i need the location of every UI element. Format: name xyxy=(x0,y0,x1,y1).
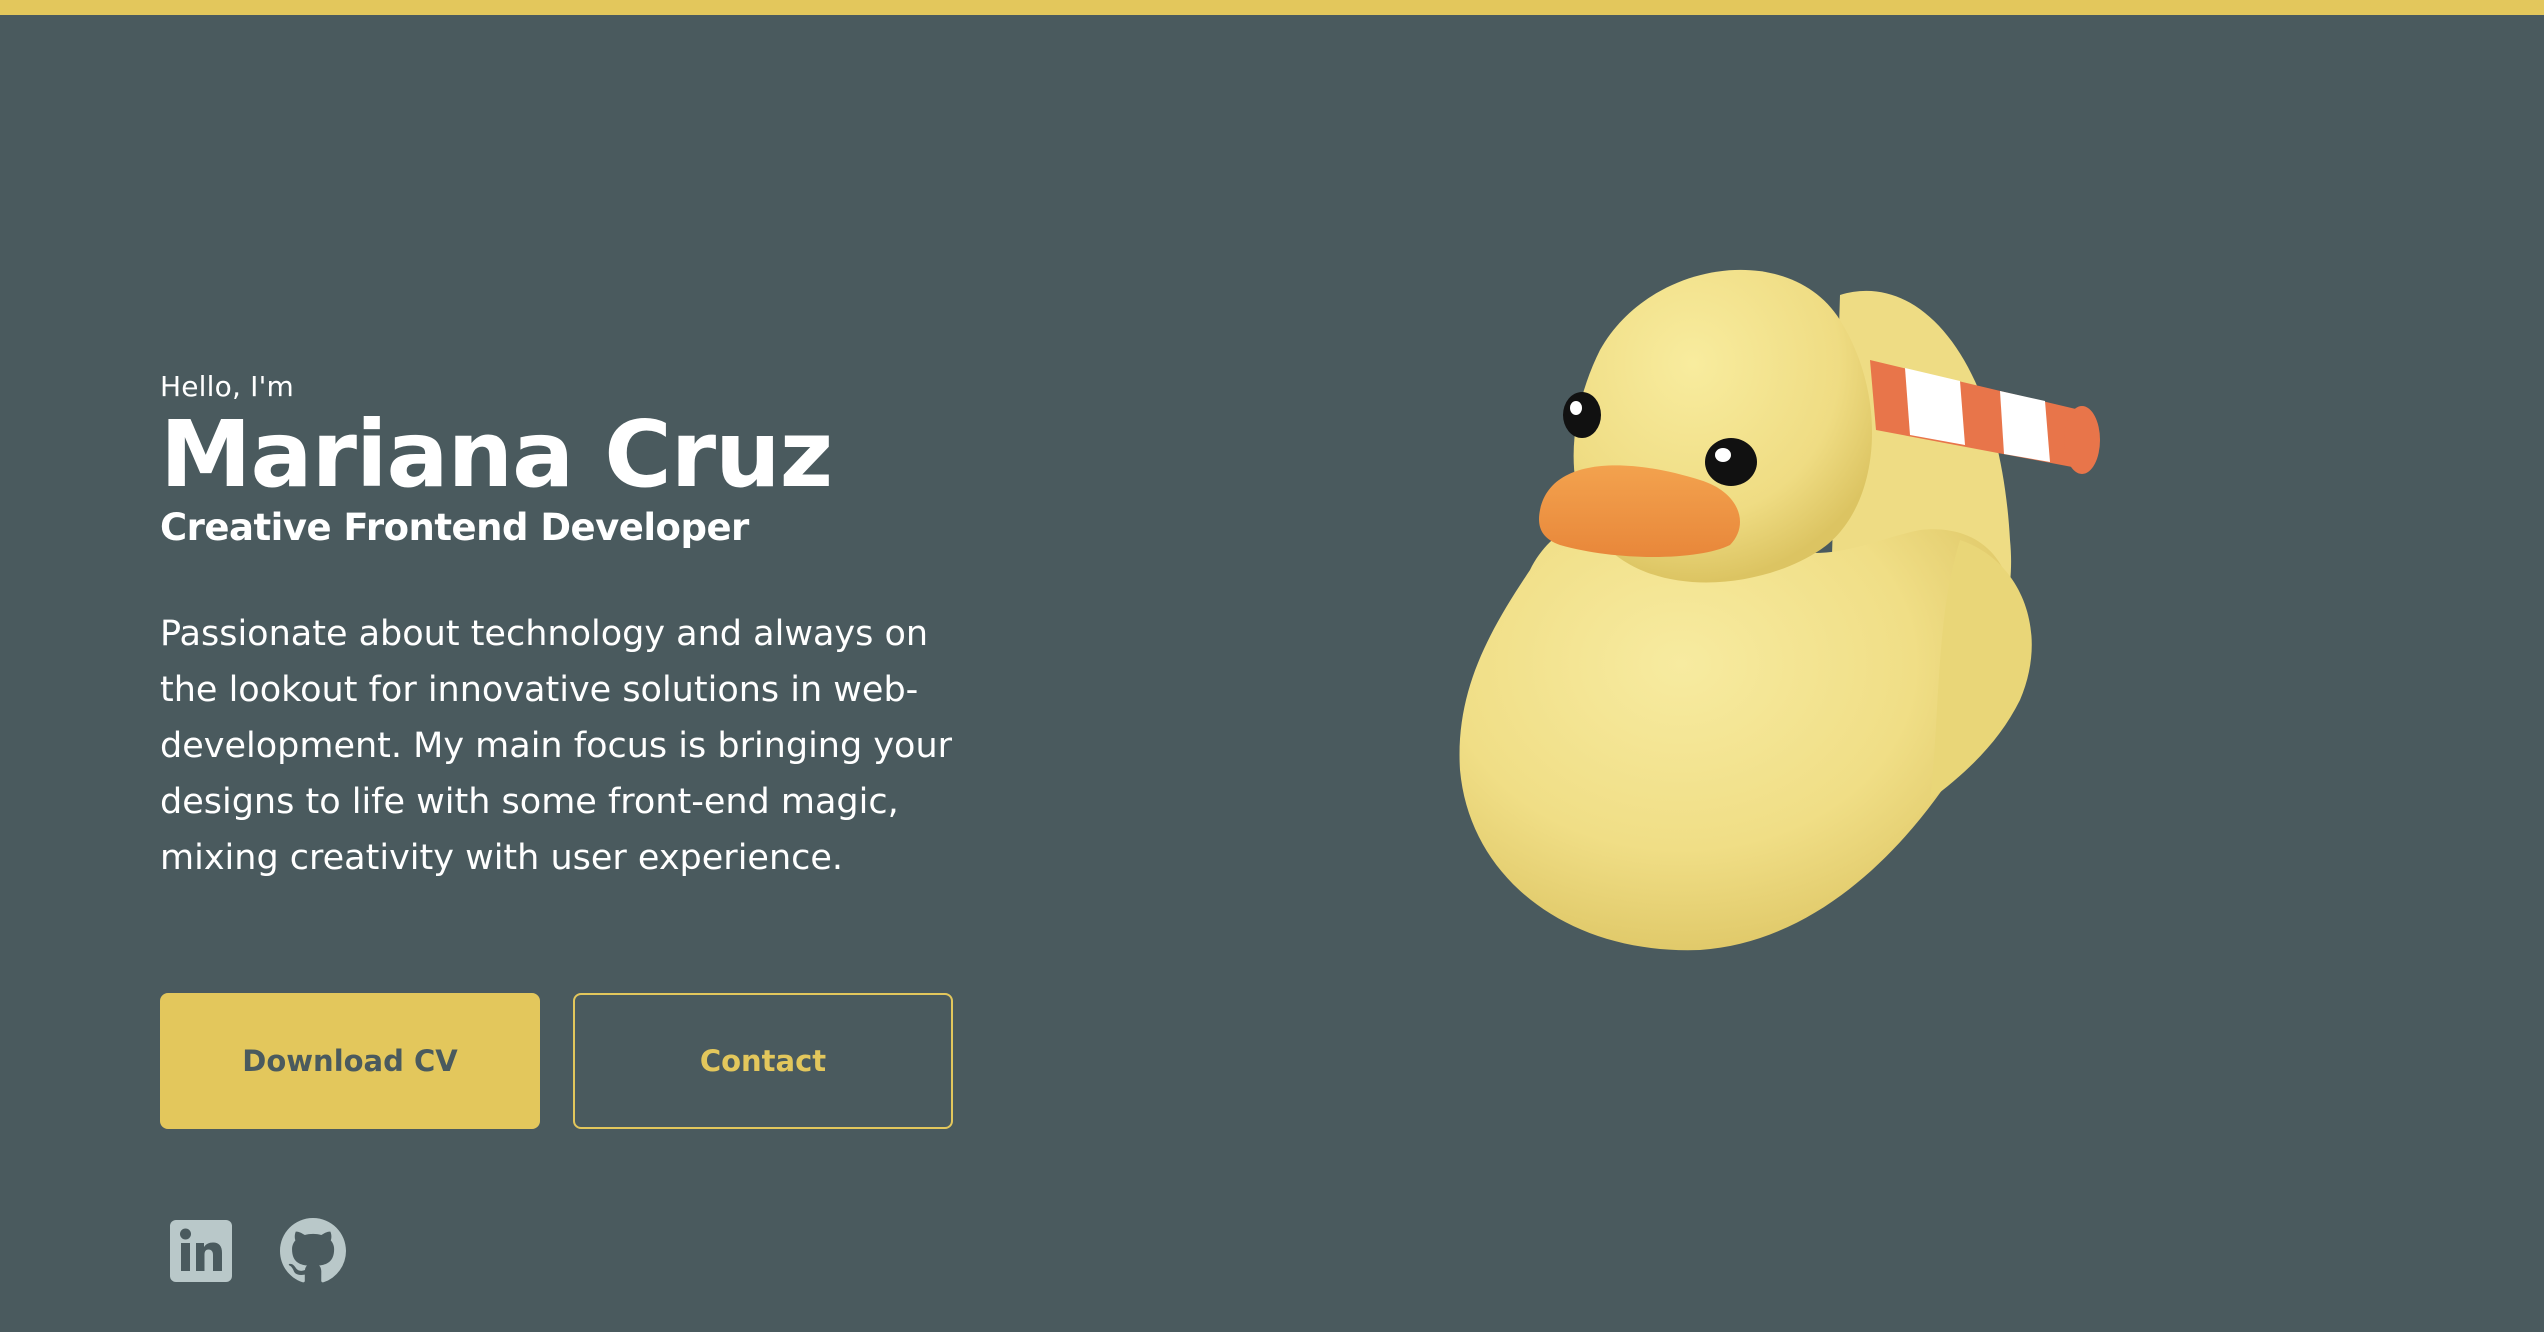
contact-button[interactable]: Contact xyxy=(573,993,953,1129)
role-subtitle: Creative Frontend Developer xyxy=(160,506,749,549)
bio-paragraph: Passionate about technology and always o… xyxy=(160,614,953,878)
top-accent-bar xyxy=(0,0,2544,15)
github-icon xyxy=(280,1218,346,1283)
hero-section: Hello, I'm Mariana Cruz Creative Fronten… xyxy=(160,370,1000,886)
greeting-text: Hello, I'm xyxy=(160,370,295,403)
hero-actions: Download CV Contact xyxy=(160,993,953,1129)
portfolio-page: Hello, I'm Mariana Cruz Creative Fronten… xyxy=(0,0,2544,1332)
download-cv-button[interactable]: Download CV xyxy=(160,993,540,1129)
linkedin-icon xyxy=(170,1220,232,1282)
duck-illustration xyxy=(1400,240,2120,960)
social-links xyxy=(168,1218,346,1284)
page-title: Mariana Cruz xyxy=(160,401,833,508)
github-link[interactable] xyxy=(280,1218,346,1284)
rubber-duck-icon xyxy=(1459,269,2100,951)
linkedin-link[interactable] xyxy=(168,1218,234,1284)
